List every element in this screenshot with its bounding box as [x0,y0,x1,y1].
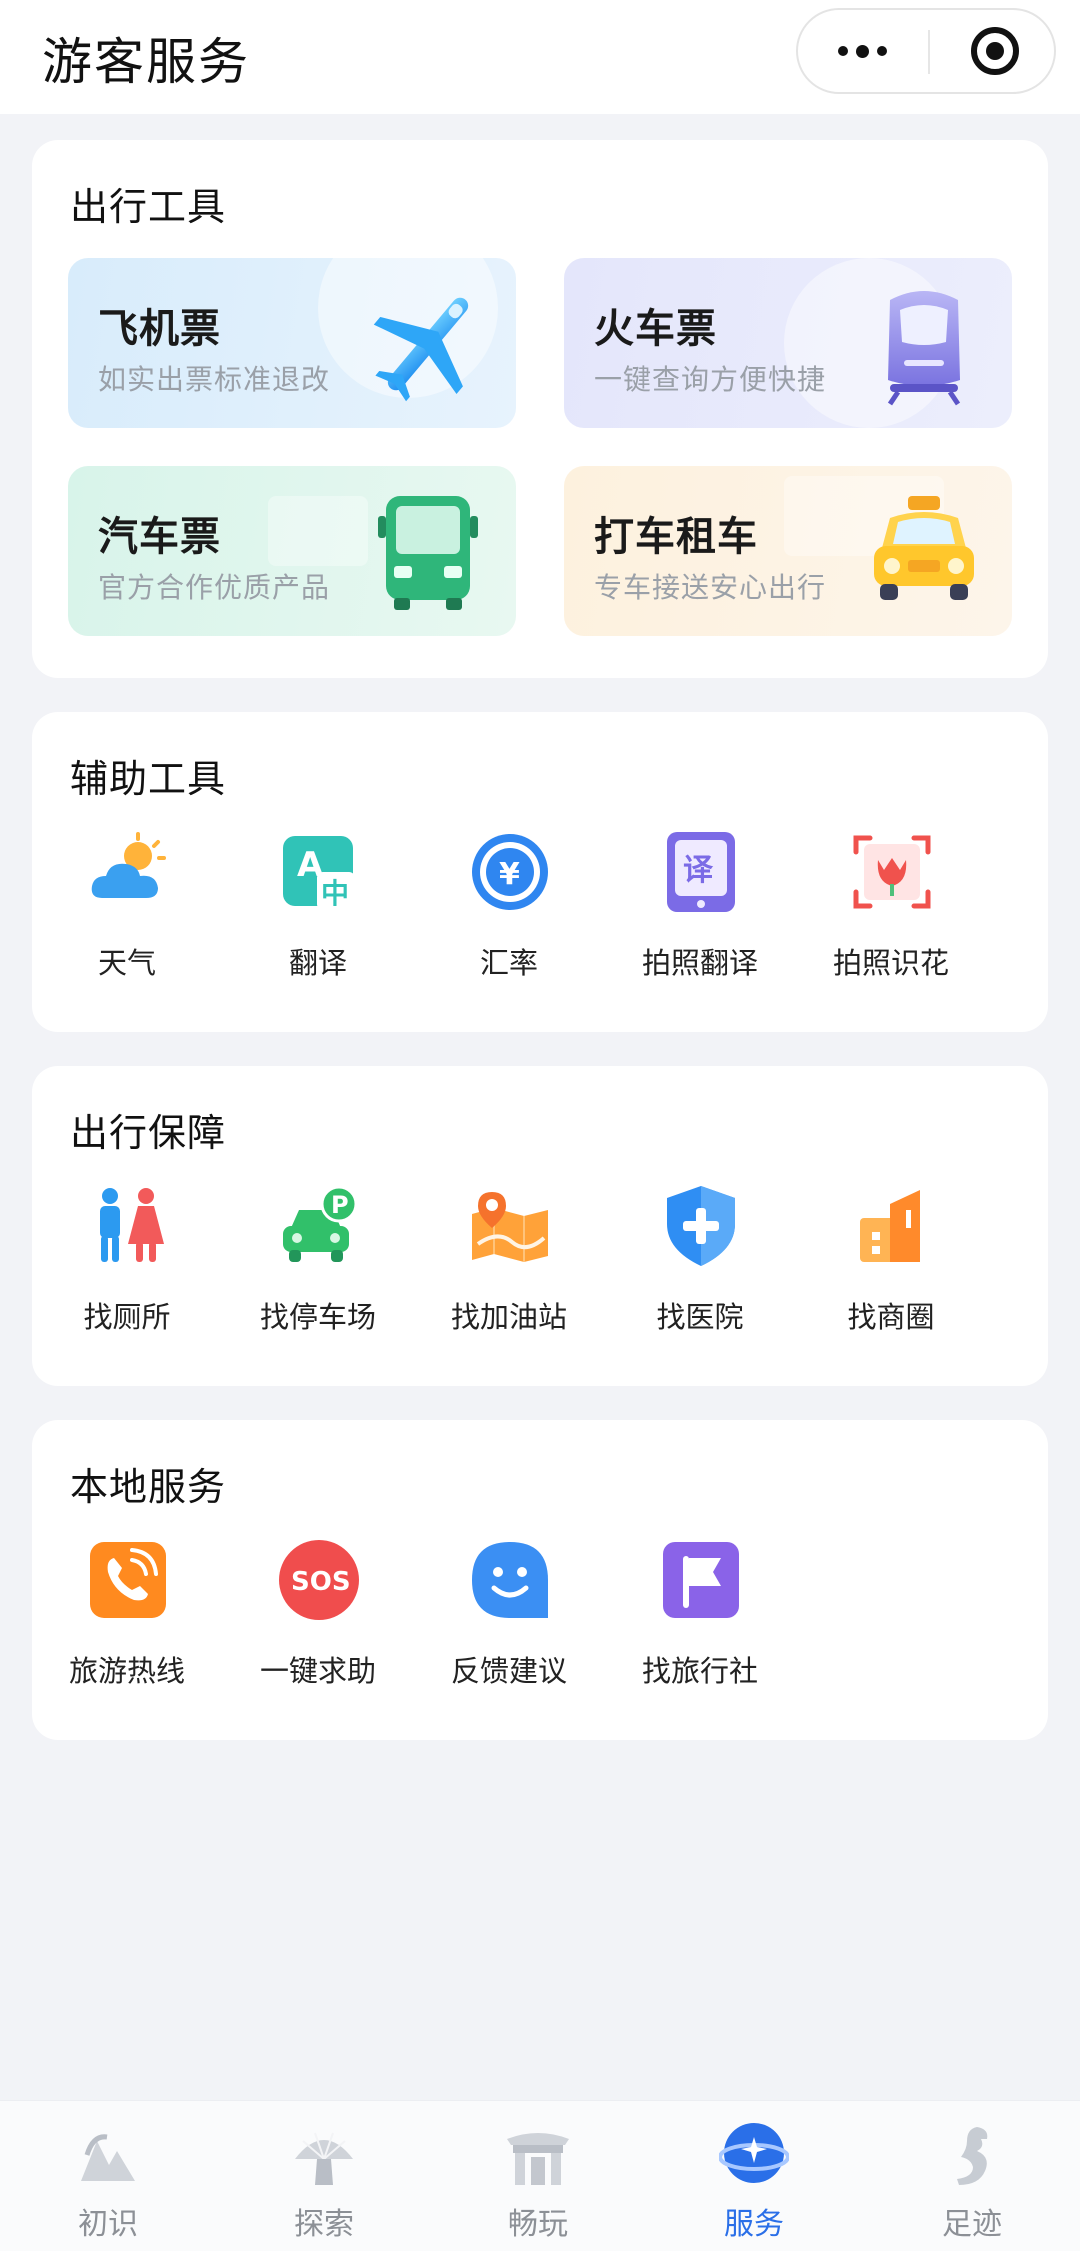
item-label: 一键求助 [259,1654,376,1688]
close-miniprogram-icon[interactable] [971,27,1019,75]
weather-item[interactable]: 天气 [32,830,222,1000]
tile-subtitle: 专车接送安心出行 [594,571,827,604]
find-shopping-district-item[interactable]: 找商圈 [796,1184,986,1354]
item-label: 找厕所 [83,1300,171,1334]
tile-subtitle: 一键查询方便快捷 [594,363,827,396]
item-label: 拍照识花 [832,946,949,980]
photo-translate-icon: 译 [667,832,735,912]
more-options-icon[interactable] [798,10,926,92]
svg-text:中: 中 [321,877,349,910]
sos-icon: SOS [279,1540,359,1620]
section-title-travel-tools: 出行工具 [70,185,227,229]
hospital-icon [667,1186,735,1266]
svg-text:P: P [331,1191,349,1219]
tourism-hotline-item[interactable]: 旅游热线 [32,1538,222,1708]
fan-sculpture-icon [295,2132,353,2185]
archway-icon [507,2133,569,2185]
currency-icon: ¥ [472,834,548,910]
item-label: 找停车场 [259,1300,376,1334]
bottom-tab-bar: 初识 探索 畅玩 服务 足迹 [0,2100,1080,2251]
tile-title: 飞机票 [98,306,221,352]
tab-label: 畅玩 [508,2207,568,2242]
capsule-divider [928,30,930,74]
feedback-item[interactable]: 反馈建议 [414,1538,604,1708]
svg-text:¥: ¥ [499,857,520,892]
find-parking-item[interactable]: P 找停车场 [223,1184,413,1354]
item-label: 翻译 [288,946,347,980]
flower-scan-item[interactable]: 拍照识花 [796,830,986,1000]
tab-explore[interactable]: 探索 [254,2121,394,2242]
tab-label: 服务 [724,2207,784,2242]
landmark-icon [81,2134,135,2181]
weather-icon [91,832,166,898]
section-title-travel-safety: 出行保障 [70,1111,227,1155]
section-title-aux-tools: 辅助工具 [70,757,227,801]
feedback-icon [472,1542,548,1618]
flight-ticket-tile[interactable]: 飞机票 如实出票标准退改 [68,258,516,428]
item-label: 汇率 [479,946,538,980]
travel-agency-icon [663,1542,739,1618]
travel-safety-card: 出行保障 找厕所 P 找停车场 找加油站 找医院 找商圈 [32,1066,1048,1386]
tab-intro[interactable]: 初识 [38,2121,178,2242]
top-bar: 游客服务 [0,0,1080,114]
section-title-local-services: 本地服务 [70,1465,227,1509]
flower-scan-icon [853,835,931,909]
item-label: 拍照翻译 [641,946,758,980]
item-label: 找医院 [656,1300,744,1334]
miniprogram-capsule [796,8,1056,94]
item-label: 找加油站 [450,1300,567,1334]
tile-subtitle: 官方合作优质产品 [98,571,331,604]
tile-title: 汽车票 [98,514,221,560]
item-label: 天气 [97,946,156,980]
tab-services[interactable]: 服务 [684,2121,824,2242]
hotline-icon [90,1542,166,1618]
find-travel-agency-item[interactable]: 找旅行社 [605,1538,795,1708]
tab-label: 探索 [294,2207,354,2242]
travel-tools-card: 出行工具 飞机票 如实出票标准退改 火车票 一键查询方便快捷 汽车票 官方合作优… [32,140,1048,678]
shopping-district-icon [860,1190,920,1262]
item-label: 找商圈 [847,1300,935,1334]
local-services-card: 本地服务 旅游热线 SOS 一键求助 反馈建议 找旅行社 [32,1420,1048,1740]
sos-help-item[interactable]: SOS 一键求助 [223,1538,413,1708]
bus-ticket-tile[interactable]: 汽车票 官方合作优质产品 [68,466,516,636]
tab-footprints[interactable]: 足迹 [902,2121,1042,2242]
tile-title: 打车租车 [594,514,758,560]
taxi-tile[interactable]: 打车租车 专车接送安心出行 [564,466,1012,636]
dragon-sculpture-icon [957,2127,988,2185]
tab-label: 足迹 [942,2207,1002,2242]
services-globe-icon [719,2123,789,2183]
tile-title: 火车票 [594,306,717,352]
find-hospital-item[interactable]: 找医院 [605,1184,795,1354]
find-toilet-item[interactable]: 找厕所 [32,1184,222,1354]
page-title: 游客服务 [42,33,250,91]
bus-icon [378,496,478,610]
parking-icon: P [283,1185,358,1262]
tab-label: 初识 [78,2207,138,2242]
taxi-icon [874,496,974,600]
item-label: 旅游热线 [68,1654,185,1688]
item-label: 找旅行社 [641,1654,758,1688]
toilet-icon [100,1188,164,1262]
translate-item[interactable]: A 中 翻译 [223,830,413,1000]
tab-play[interactable]: 畅玩 [468,2121,608,2242]
airplane-icon [373,297,469,402]
photo-translate-item[interactable]: 译 拍照翻译 [605,830,795,1000]
currency-item[interactable]: ¥ 汇率 [414,830,604,1000]
auxiliary-tools-card: 辅助工具 天气 A 中 翻译 ¥ 汇率 译 拍照翻译 拍照识花 [32,712,1048,1032]
tile-subtitle: 如实出票标准退改 [98,363,331,396]
train-ticket-tile[interactable]: 火车票 一键查询方便快捷 [564,258,1012,428]
svg-text:译: 译 [683,853,714,888]
translate-icon: A 中 [283,836,355,910]
gas-station-icon [472,1192,548,1262]
train-icon [887,291,961,406]
find-gas-station-item[interactable]: 找加油站 [414,1184,604,1354]
item-label: 反馈建议 [450,1654,567,1688]
svg-text:SOS: SOS [291,1567,351,1597]
